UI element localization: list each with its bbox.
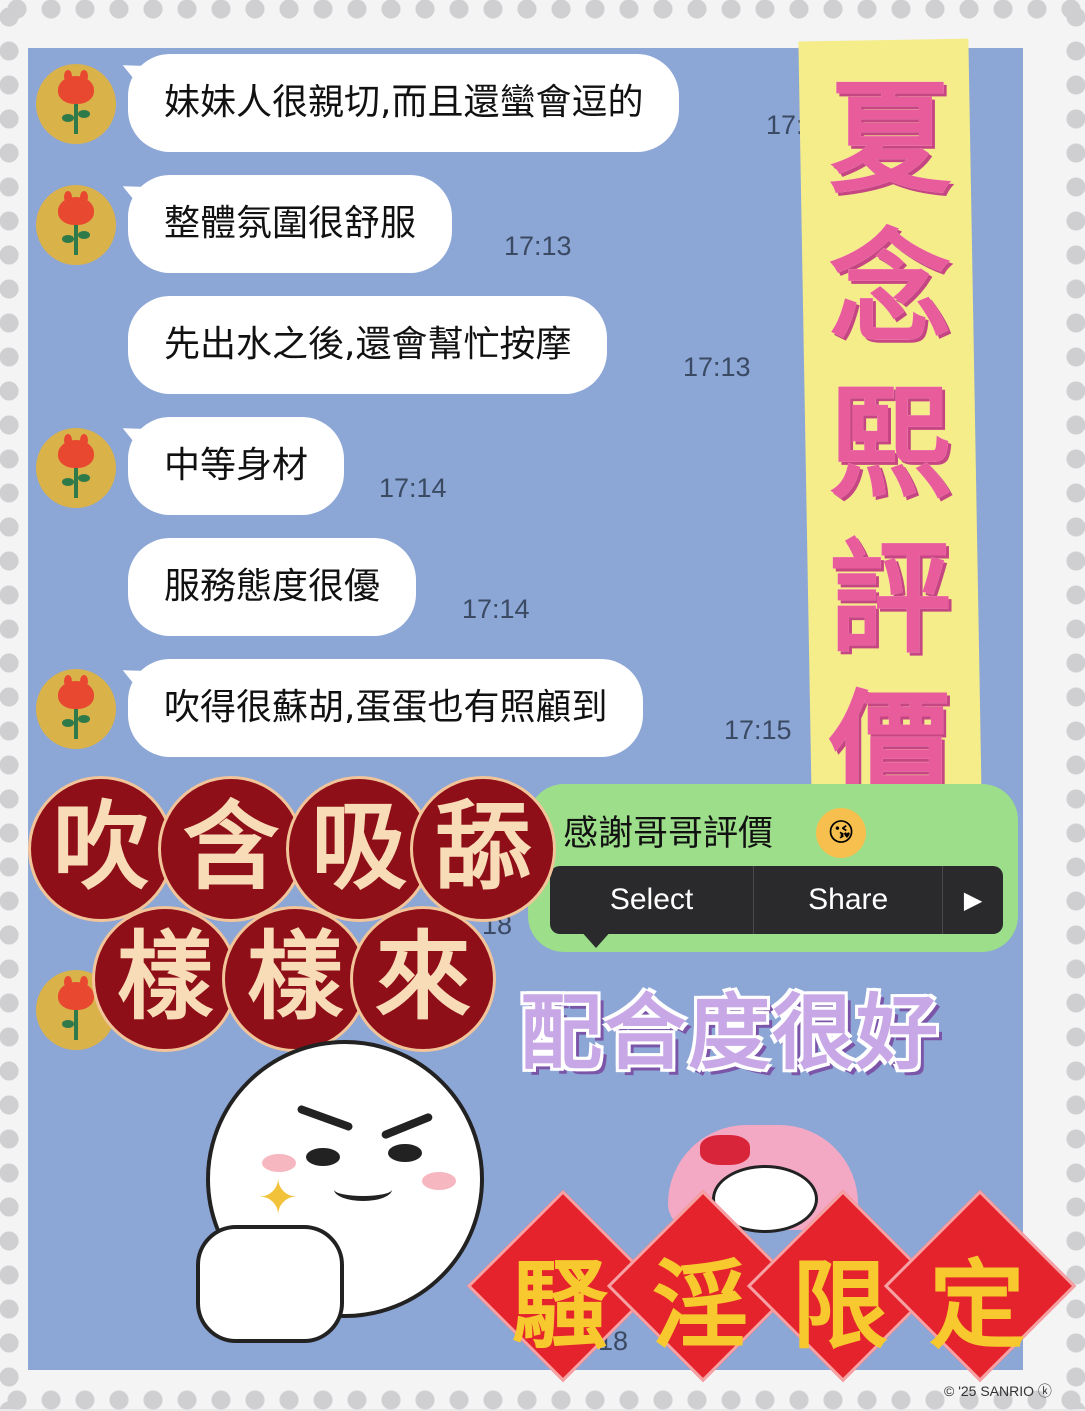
flower-leaf	[78, 474, 90, 482]
seal-char: 樣	[222, 906, 368, 1052]
seal-char: 樣	[92, 906, 238, 1052]
share-button[interactable]: Share	[754, 866, 944, 934]
eyebrow	[380, 1112, 434, 1140]
message-bubble[interactable]: 先出水之後,還會幫忙按摩	[128, 296, 608, 394]
flower-leaf	[78, 715, 90, 723]
stamp-edge-left	[0, 0, 20, 1409]
title-char: 熙	[829, 371, 951, 515]
sparkle-icon: ✦	[258, 1170, 299, 1226]
flower-leaf	[78, 231, 90, 239]
message-time: 17:15	[724, 715, 792, 745]
contact-avatar[interactable]	[36, 185, 116, 265]
message-text: 吹得很蘇胡,蛋蛋也有照顧到	[164, 687, 608, 728]
contact-avatar[interactable]	[36, 428, 116, 508]
message-text: 中等身材	[164, 445, 309, 486]
flower-leaf	[62, 1020, 74, 1028]
message-bubble[interactable]: 妹妹人很親切,而且還蠻會逗的	[128, 54, 680, 152]
seal-char: 含	[158, 776, 304, 922]
flower-leaf	[62, 478, 74, 486]
seal-char: 吹	[28, 776, 174, 922]
title-char: 念	[829, 216, 951, 360]
message-text: 妹妹人很親切,而且還蠻會逗的	[164, 82, 644, 123]
diamond-char: 限	[792, 1249, 888, 1362]
kiss-face-icon: 😘	[816, 808, 866, 858]
stamp-edge-bottom	[0, 1389, 1085, 1411]
mouth	[334, 1178, 392, 1201]
message-time: 17:	[766, 110, 804, 140]
message-time: 17:13	[683, 352, 751, 382]
flower-stem	[74, 225, 78, 255]
flower-icon	[58, 191, 94, 225]
eyebrow	[296, 1104, 354, 1132]
eye	[306, 1148, 340, 1166]
flower-stem	[74, 1010, 78, 1040]
thumbs-up-hand	[196, 1225, 344, 1343]
flower-leaf	[62, 114, 74, 122]
context-menu-pointer	[580, 930, 612, 948]
flower-stem	[74, 468, 78, 498]
seal-char: 來	[350, 906, 496, 1052]
context-menu: Select Share ▶	[550, 866, 1003, 934]
bow-icon	[700, 1135, 750, 1165]
cheek	[422, 1172, 456, 1190]
flower-leaf	[78, 110, 90, 118]
flower-icon	[58, 675, 94, 709]
diamond-char: 定	[929, 1249, 1025, 1362]
message-text: 整體氛圍很舒服	[164, 203, 417, 244]
select-button[interactable]: Select	[550, 866, 755, 934]
copyright-text: © '25 SANRIO ⓚ	[944, 1383, 1052, 1399]
slogan-text: 配合度很好	[520, 986, 941, 1081]
message-bubble[interactable]: 服務態度很優	[128, 538, 417, 636]
message-time: 17:14	[462, 594, 530, 624]
diamond-char: 騷	[512, 1249, 608, 1362]
reply-text: 感謝哥哥評價	[563, 814, 774, 854]
more-arrow-button[interactable]: ▶	[943, 866, 1003, 934]
seal-char: 舔	[410, 776, 556, 922]
stamp-edge-top	[0, 0, 1085, 20]
flower-leaf	[62, 235, 74, 243]
message-text: 先出水之後,還會幫忙按摩	[164, 324, 572, 365]
message-time: 17:14	[379, 473, 447, 503]
eye	[388, 1144, 422, 1162]
flower-stem	[74, 104, 78, 134]
message-bubble[interactable]: 中等身材	[128, 417, 345, 515]
contact-avatar[interactable]	[36, 669, 116, 749]
contact-avatar[interactable]	[36, 64, 116, 144]
message-text: 服務態度很優	[164, 566, 381, 607]
flower-leaf	[62, 719, 74, 727]
flower-icon	[58, 434, 94, 468]
diamond-char: 淫	[652, 1249, 748, 1362]
message-bubble[interactable]: 整體氛圍很舒服	[128, 175, 453, 273]
message-bubble[interactable]: 吹得很蘇胡,蛋蛋也有照顧到	[128, 659, 644, 757]
flower-icon	[58, 70, 94, 104]
flower-stem	[74, 709, 78, 739]
message-time: 17:13	[504, 231, 572, 261]
flower-icon	[58, 976, 94, 1010]
stamp-edge-right	[1065, 0, 1085, 1409]
